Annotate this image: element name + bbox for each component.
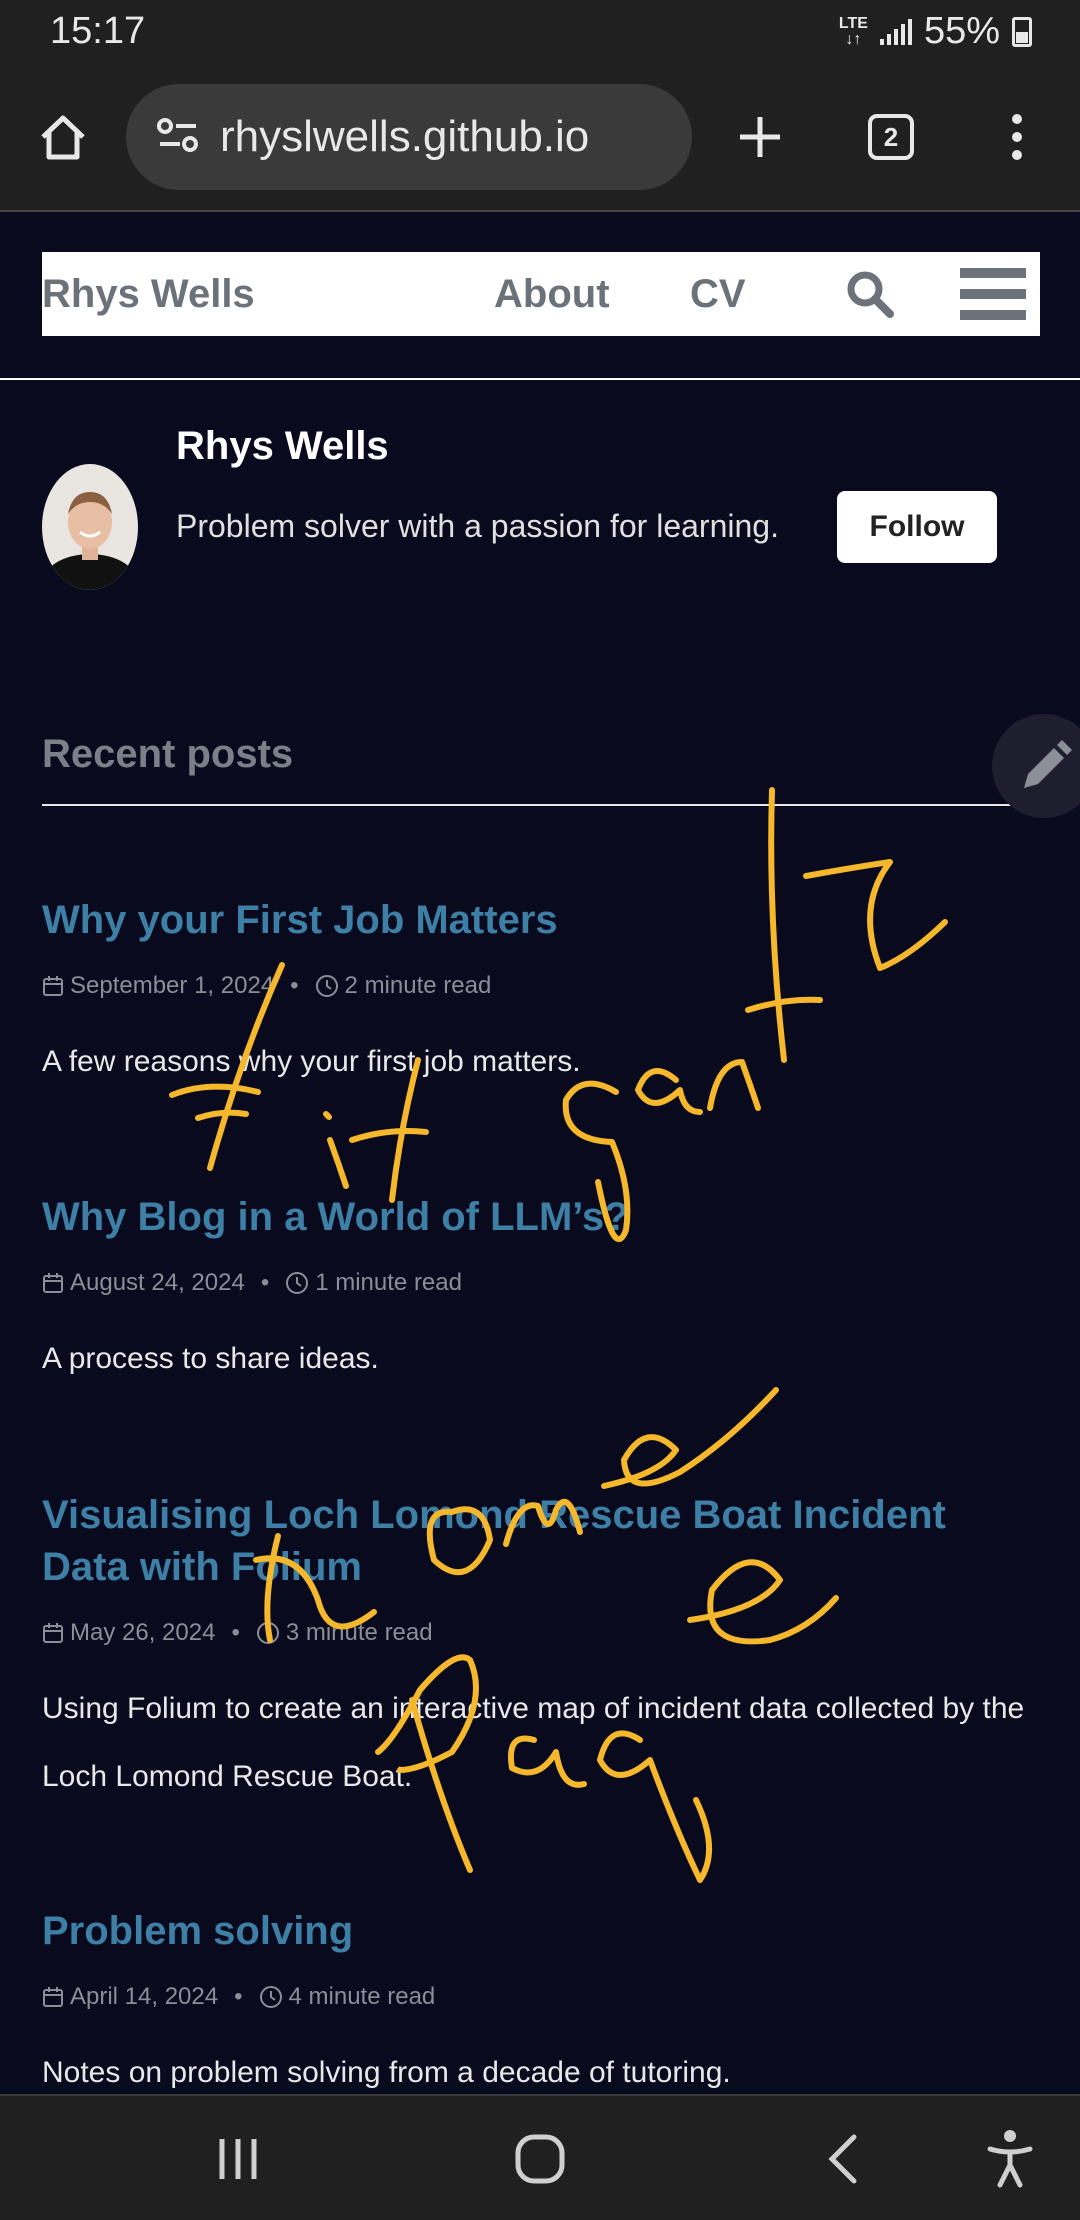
post-excerpt: Notes on problem solving from a decade o… (42, 2056, 731, 2089)
nav-cv-link[interactable]: CV (690, 272, 746, 317)
status-bar: 15:17 LTE ↓↑ 55% (0, 0, 1080, 64)
post-item: Why Blog in a World of LLM’s? August 24,… (42, 1191, 1040, 1393)
system-nav-bar (0, 2094, 1080, 2220)
post-date: April 14, 2024 (70, 1983, 219, 2010)
recent-apps-icon[interactable] (198, 2124, 278, 2194)
calendar-icon (42, 1272, 64, 1294)
post-excerpt: A few reasons why your first job matters… (42, 1045, 581, 1078)
masthead: Rhys Wells About CV (42, 252, 1040, 336)
post-item: Why your First Job Matters September 1, … (42, 894, 1040, 1096)
back-icon[interactable] (802, 2124, 882, 2194)
post-date: August 24, 2024 (70, 1269, 245, 1296)
menu-icon[interactable] (960, 268, 1026, 320)
post-excerpt: A process to share ideas. (42, 1342, 379, 1375)
battery-icon (1012, 16, 1032, 47)
address-bar[interactable]: rhyslwells.github.io (126, 84, 692, 190)
battery-percent: 55% (923, 10, 1000, 52)
post-read-time: 3 minute read (285, 1619, 433, 1646)
author-bio: Problem solver with a passion for learni… (176, 508, 779, 544)
post-meta: August 24, 2024 • 1 minute read (42, 1269, 1040, 1297)
web-page: Rhys Wells About CV Rhys Wells Problem s… (0, 212, 1080, 2094)
post-read-time: 2 minute read (344, 972, 492, 999)
calendar-icon (42, 1622, 64, 1644)
new-tab-icon[interactable] (725, 102, 795, 172)
post-read-time: 1 minute read (315, 1269, 462, 1296)
recent-posts-heading: Recent posts (42, 732, 294, 776)
clock-icon (256, 1621, 280, 1645)
search-icon[interactable] (844, 268, 896, 320)
more-icon[interactable] (982, 102, 1052, 172)
post-title-link[interactable]: Problem solving (42, 1909, 353, 1953)
network-icon: LTE ↓↑ (838, 14, 868, 48)
edit-icon (1024, 740, 1072, 788)
post-title-link[interactable]: Why your First Job Matters (42, 898, 558, 942)
site-title-link[interactable]: Rhys Wells (42, 272, 255, 317)
post-date: May 26, 2024 (70, 1619, 216, 1646)
post-excerpt: Using Folium to create an interactive ma… (42, 1692, 1025, 1793)
nav-about-link[interactable]: About (494, 272, 610, 317)
post-item: Problem solving April 14, 2024 • 4 minut… (42, 1905, 1040, 2094)
home-button-icon[interactable] (500, 2124, 580, 2194)
tab-count: 2 (868, 114, 914, 160)
avatar (42, 464, 138, 590)
recent-posts-divider (42, 804, 1040, 806)
post-item: Visualising Loch Lomond Rescue Boat Inci… (42, 1489, 1040, 1811)
clock-icon (259, 1985, 283, 2009)
url-text[interactable]: rhyslwells.github.io (220, 112, 589, 162)
site-settings-icon[interactable] (156, 115, 200, 160)
status-time: 15:17 (50, 10, 146, 52)
post-meta: May 26, 2024 • 3 minute read (42, 1619, 1040, 1647)
follow-button[interactable]: Follow (837, 491, 997, 563)
calendar-icon (42, 975, 64, 997)
browser-toolbar: rhyslwells.github.io 2 (0, 64, 1080, 212)
post-meta: September 1, 2024 • 2 minute read (42, 972, 1040, 1000)
clock-icon (285, 1271, 309, 1295)
home-icon[interactable] (28, 102, 98, 172)
post-read-time: 4 minute read (288, 1983, 436, 2010)
accessibility-icon[interactable] (970, 2124, 1050, 2194)
calendar-icon (42, 1986, 64, 2008)
status-icons: LTE ↓↑ 55% (839, 10, 1032, 53)
post-date: September 1, 2024 (70, 972, 275, 999)
post-meta: April 14, 2024 • 4 minute read (42, 1983, 1040, 2011)
post-title-link[interactable]: Why Blog in a World of LLM’s? (42, 1195, 629, 1239)
tabs-icon[interactable]: 2 (856, 102, 926, 172)
author-name: Rhys Wells (176, 424, 389, 468)
masthead-divider (0, 378, 1080, 380)
signal-icon (879, 18, 912, 45)
post-title-link[interactable]: Visualising Loch Lomond Rescue Boat Inci… (42, 1493, 946, 1589)
edit-button[interactable] (992, 714, 1080, 818)
network-type: LTE (838, 14, 868, 32)
clock-icon (315, 974, 339, 998)
